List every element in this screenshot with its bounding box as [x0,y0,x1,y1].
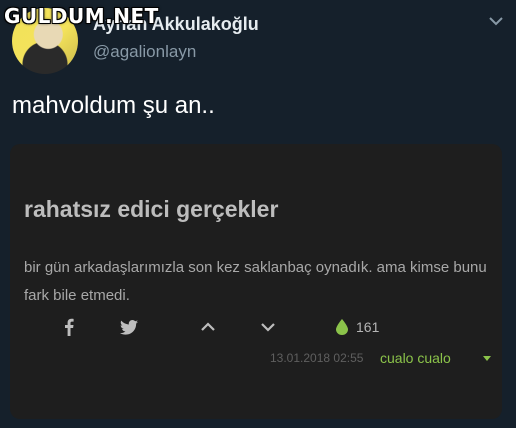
favorite-counter[interactable]: 161 [336,316,379,338]
tweet-text: mahvoldum şu an.. [12,92,215,119]
entry-date[interactable]: 13.01.2018 02:55 [270,351,363,369]
dropdown-icon[interactable] [483,356,491,361]
drop-icon [336,319,348,335]
entry-actions: 161 [10,316,502,340]
entry-author[interactable]: cualo cualo [380,350,451,366]
entry-title[interactable]: rahatsız edici gerçekler [24,196,278,223]
like-count: 161 [356,319,380,335]
site-watermark: GULDUM.NET [4,4,159,28]
author-handle[interactable]: @agalionlayn [93,42,196,62]
twitter-icon[interactable] [120,316,138,338]
upvote-icon[interactable] [200,316,216,338]
entry-body: bir gün arkadaşlarımızla son kez saklanb… [24,259,487,304]
embedded-entry-card[interactable]: rahatsız edici gerçekler bir gün arkadaş… [10,144,502,419]
chevron-down-icon[interactable] [488,14,504,26]
facebook-icon[interactable] [64,316,74,338]
downvote-icon[interactable] [260,316,276,338]
